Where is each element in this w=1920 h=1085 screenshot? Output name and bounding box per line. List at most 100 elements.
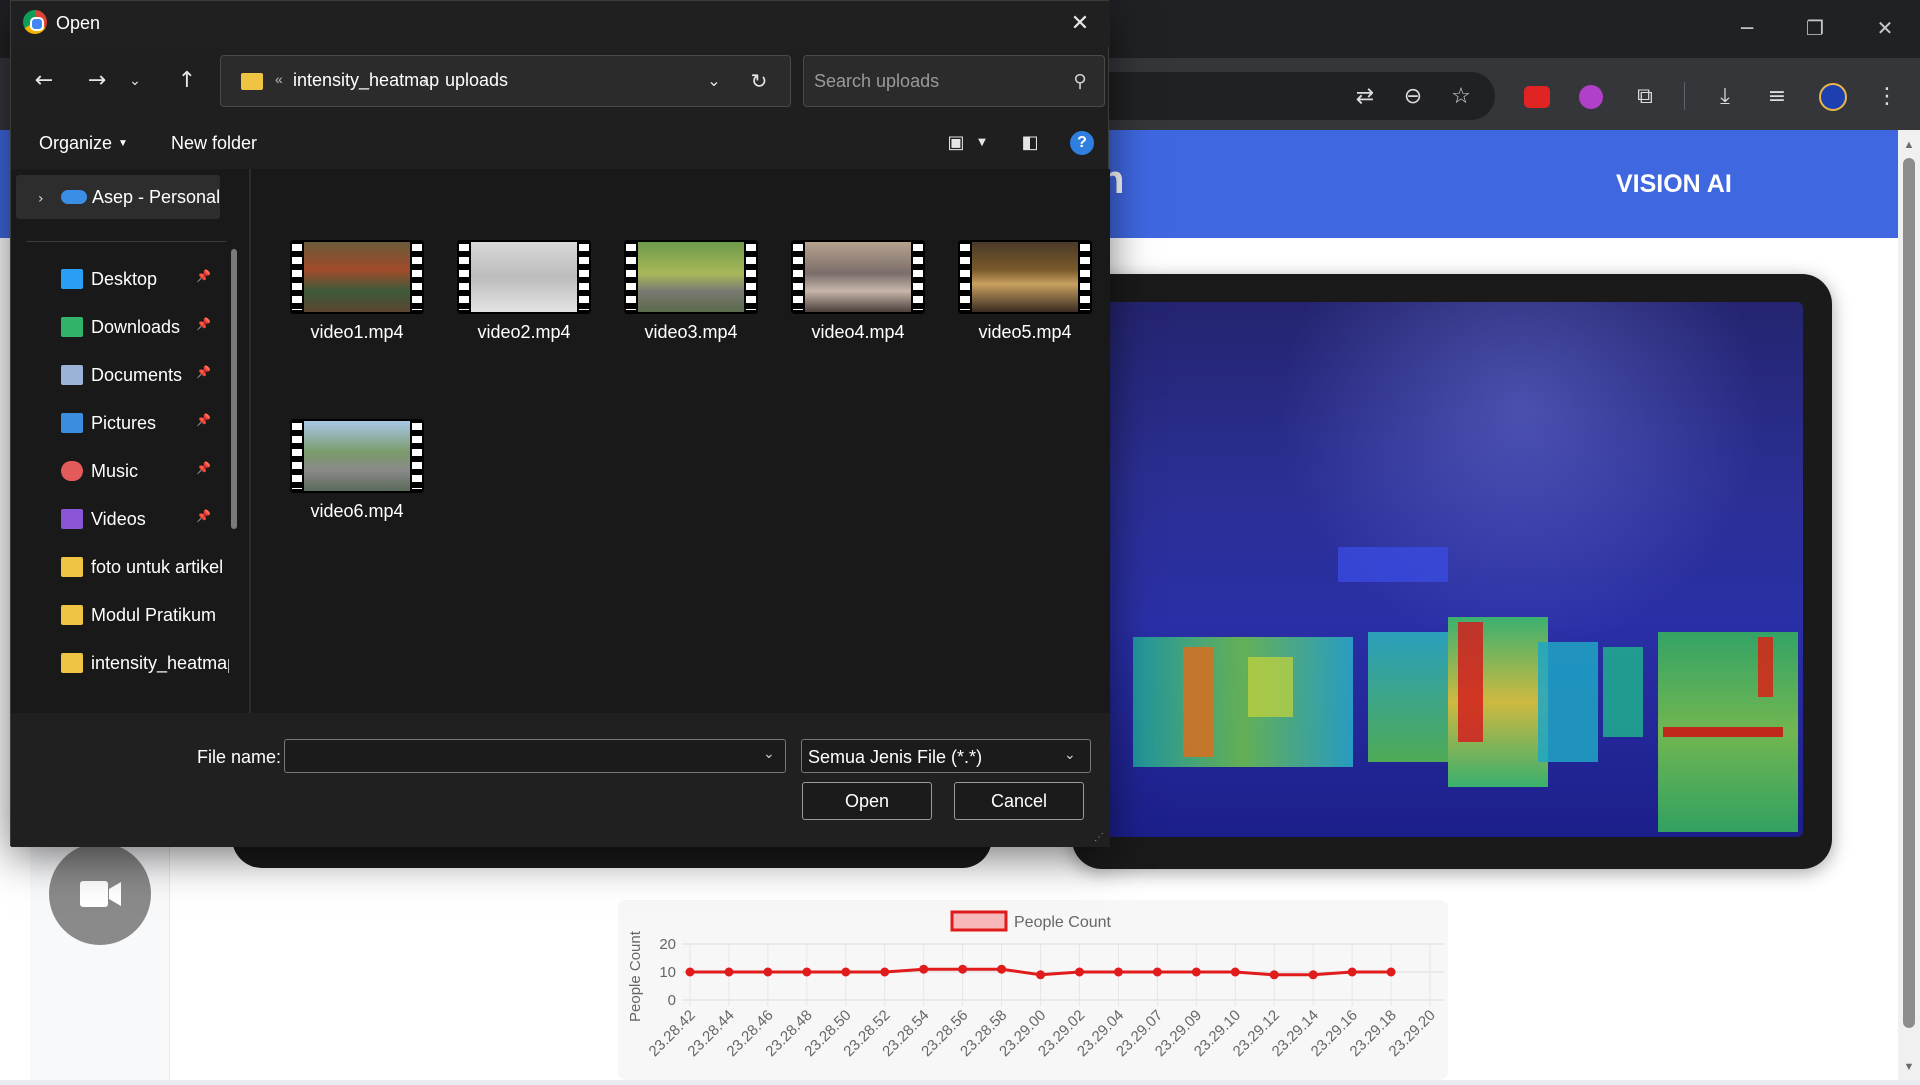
organize-menu[interactable]: Organize ▼ (39, 133, 128, 154)
music-icon (61, 461, 83, 481)
document-icon (61, 365, 83, 385)
file-name-label: File name: (197, 747, 282, 767)
y-tick-label: 10 (659, 964, 676, 981)
forward-arrow-icon[interactable]: → (79, 63, 115, 99)
toolbar-divider (1684, 82, 1685, 110)
search-input[interactable] (804, 56, 1064, 106)
search-icon[interactable]: ⚲ (1066, 68, 1094, 96)
preview-pane-icon[interactable]: ◧ (1015, 129, 1045, 157)
nav-item-desktop[interactable]: Desktop 📌 (11, 259, 231, 299)
expand-chevron-icon[interactable]: › (38, 191, 44, 207)
data-point (763, 967, 773, 977)
zoom-out-icon[interactable]: ⊖ (1396, 80, 1430, 114)
video-icon (61, 509, 83, 529)
star-icon[interactable]: ☆ (1444, 80, 1478, 114)
thumbnail-image (304, 242, 410, 312)
thumbnail-image (471, 242, 577, 312)
heatmap-video (1098, 302, 1803, 837)
refresh-icon[interactable]: ↻ (744, 66, 774, 96)
translate-icon[interactable]: ⇄ (1348, 80, 1382, 114)
file-item[interactable]: video6.mp4 (278, 346, 428, 521)
file-name-combobox[interactable]: ⌄ (284, 739, 786, 773)
nav-item-pictures[interactable]: Pictures 📌 (11, 403, 231, 443)
up-arrow-icon[interactable]: ↑ (169, 63, 205, 99)
scrollbar-thumb[interactable] (1903, 158, 1915, 1028)
picture-icon (61, 413, 83, 433)
dialog-footer (11, 713, 1110, 847)
nav-item-label: Modul Pratikum (91, 605, 217, 625)
data-point (1269, 970, 1279, 980)
nav-item-intensity-heatmap[interactable]: intensity_heatmap (11, 643, 231, 683)
scroll-down-arrow[interactable]: ▼ (1900, 1058, 1918, 1076)
film-strip-holes (292, 423, 302, 489)
file-type-select[interactable]: Semua Jenis File (*.*) ⌄ (801, 739, 1091, 773)
nav-item-onedrive[interactable]: › Asep - Personal (16, 175, 220, 219)
more-icon[interactable]: ⋮ (1870, 80, 1904, 114)
profile-avatar[interactable] (1816, 80, 1850, 114)
nav-scrollbar[interactable] (231, 249, 237, 529)
file-item[interactable]: video3.mp4 (612, 167, 762, 342)
nav-item-foto-untuk-artikel[interactable]: foto untuk artikel (11, 547, 231, 587)
help-icon[interactable]: ? (1070, 131, 1094, 155)
view-options-caret-icon[interactable]: ▼ (967, 129, 997, 157)
nav-item-label: foto untuk artikel (91, 557, 224, 577)
film-strip-holes (579, 244, 589, 310)
breadcrumb-intensity-heatmap[interactable]: intensity_heatmap (293, 70, 439, 91)
restore-button[interactable]: ❐ (1790, 8, 1840, 48)
file-item[interactable]: video2.mp4 (445, 167, 595, 342)
search-box[interactable]: ⚲ (803, 55, 1105, 107)
extension-red-icon[interactable] (1520, 80, 1554, 114)
file-item[interactable]: video1.mp4 (278, 167, 428, 342)
data-point (685, 967, 695, 977)
media-icon[interactable]: ≡ (1760, 80, 1794, 114)
film-strip-holes (1080, 244, 1090, 310)
new-folder-button[interactable]: New folder (171, 133, 257, 154)
camera-button[interactable] (49, 843, 151, 945)
cancel-button[interactable]: Cancel (954, 782, 1084, 820)
address-bar[interactable] (1090, 72, 1495, 120)
legend-label: People Count (1014, 914, 1112, 931)
breadcrumb-separator[interactable]: › (422, 69, 429, 90)
address-dropdown-chevron-icon[interactable]: ⌄ (699, 66, 729, 96)
recent-locations-chevron-icon[interactable]: ⌄ (117, 63, 153, 99)
data-point (1191, 967, 1201, 977)
nav-item-modul-pratikum[interactable]: Modul Pratikum (11, 595, 231, 635)
film-strip-holes (292, 244, 302, 310)
data-point (1152, 967, 1162, 977)
film-strip-holes (960, 244, 970, 310)
download-icon[interactable]: ⤓ (1708, 80, 1742, 114)
breadcrumb-uploads[interactable]: uploads (445, 70, 508, 91)
puzzle-icon[interactable]: ⧉ (1628, 80, 1662, 114)
file-item[interactable]: video4.mp4 (779, 167, 929, 342)
data-point (724, 967, 734, 977)
resize-grip-icon[interactable]: ⋰ (1094, 832, 1104, 843)
open-file-dialog: Open ✕ ← → ⌄ ↑ « intensity_heatmap › upl… (10, 0, 1110, 847)
y-axis-label: People Count (627, 930, 644, 1022)
nav-item-documents[interactable]: Documents 📌 (11, 355, 231, 395)
scroll-up-arrow[interactable]: ▲ (1900, 136, 1918, 154)
breadcrumb-overflow[interactable]: « (275, 71, 283, 87)
nav-item-videos[interactable]: Videos 📌 (11, 499, 231, 539)
data-point (997, 964, 1007, 974)
back-arrow-icon[interactable]: ← (26, 63, 62, 99)
dialog-close-button[interactable]: ✕ (1063, 7, 1097, 41)
file-type-chevron-icon: ⌄ (1064, 747, 1076, 763)
extension-purple-icon[interactable] (1574, 80, 1608, 114)
video-thumbnail-icon (958, 240, 1092, 314)
address-breadcrumb[interactable]: « intensity_heatmap › uploads ⌄ ↻ (220, 55, 791, 107)
close-window-button[interactable]: ✕ (1860, 8, 1910, 48)
open-button[interactable]: Open (802, 782, 932, 820)
file-name-input[interactable] (285, 740, 755, 772)
onedrive-cloud-icon (61, 190, 87, 204)
data-point (1347, 967, 1357, 977)
minimize-button[interactable]: ─ (1722, 8, 1772, 48)
y-tick-label: 20 (659, 936, 676, 953)
legend-swatch (950, 910, 1008, 932)
nav-item-music[interactable]: Music 📌 (11, 451, 231, 491)
nav-item-downloads[interactable]: Downloads 📌 (11, 307, 231, 347)
file-name-dropdown-chevron-icon[interactable]: ⌄ (763, 746, 775, 762)
y-tick-label: 0 (668, 992, 676, 1009)
file-item[interactable]: video5.mp4 (946, 167, 1096, 342)
film-strip-holes (746, 244, 756, 310)
pin-icon: 📌 (196, 461, 211, 475)
